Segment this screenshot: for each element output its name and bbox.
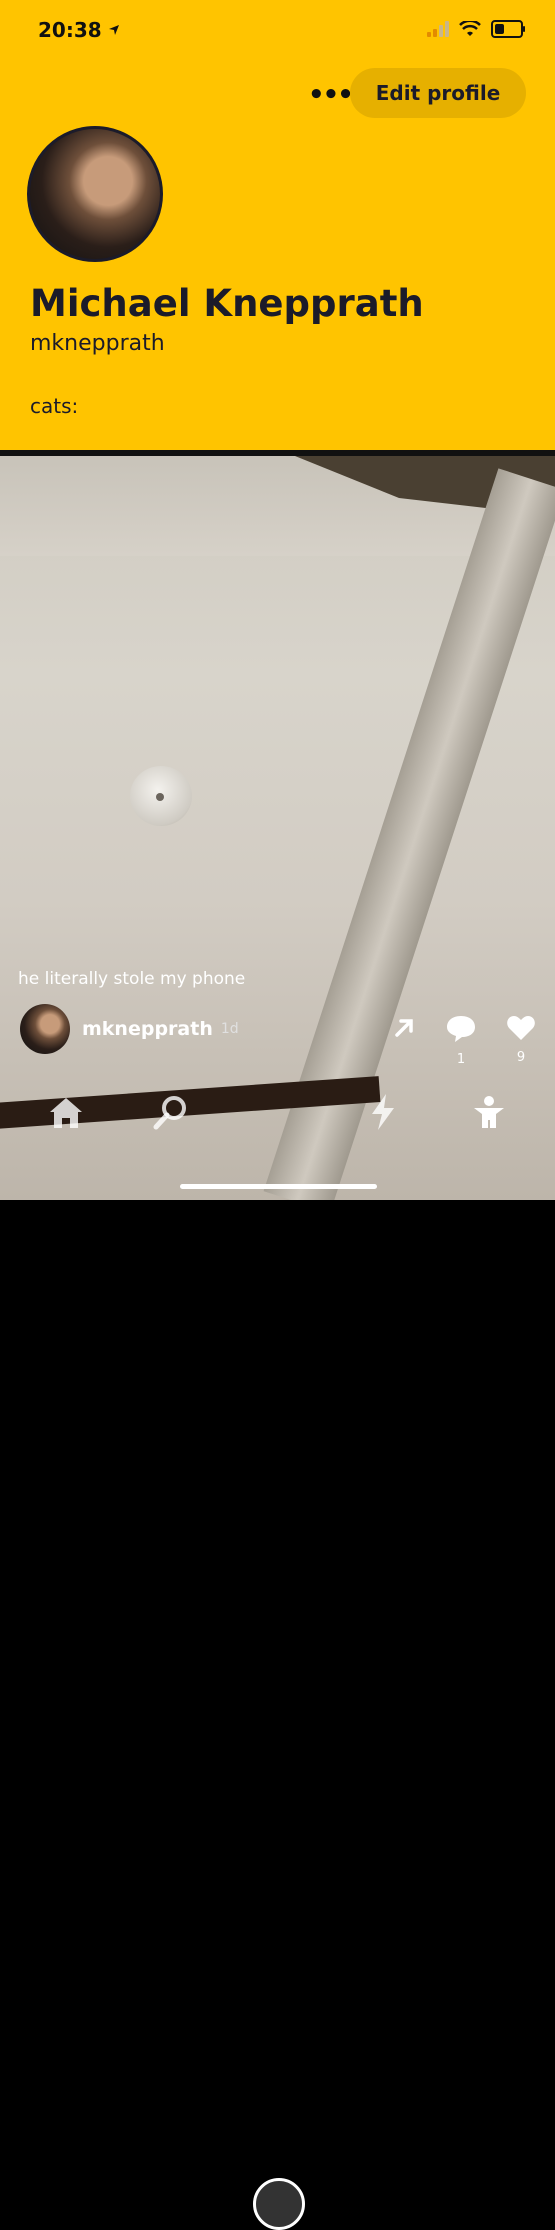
more-options-button[interactable]: ••• bbox=[308, 80, 354, 110]
nav-activity[interactable] bbox=[368, 1092, 398, 1140]
video-post[interactable] bbox=[0, 450, 555, 1200]
lightning-icon bbox=[372, 1094, 394, 1130]
profile-header: 20:38 ••• Edit profile Michael Knepprath… bbox=[0, 0, 555, 450]
profile-bio: cats: bbox=[30, 394, 79, 418]
cellular-signal-icon bbox=[427, 21, 449, 37]
author-avatar[interactable] bbox=[20, 1004, 70, 1054]
nav-profile[interactable] bbox=[470, 1094, 508, 1140]
comment-count: 1 bbox=[456, 1052, 466, 1067]
record-button[interactable] bbox=[253, 2178, 305, 2230]
status-time-text: 20:38 bbox=[38, 18, 102, 42]
post-actions: 1 9 bbox=[388, 1014, 540, 1067]
profile-name: Michael Knepprath bbox=[30, 282, 424, 325]
edit-profile-button[interactable]: Edit profile bbox=[350, 68, 526, 118]
heart-icon bbox=[507, 1016, 535, 1040]
like-count: 9 bbox=[516, 1050, 526, 1065]
nav-search[interactable] bbox=[152, 1094, 190, 1140]
wifi-icon bbox=[459, 21, 481, 36]
post-author-row[interactable]: mknepprath 1d bbox=[20, 1004, 239, 1054]
author-name[interactable]: mknepprath bbox=[82, 1018, 213, 1040]
comment-bubble-icon bbox=[447, 1016, 475, 1042]
share-button[interactable] bbox=[392, 1016, 416, 1044]
like-button[interactable]: 9 bbox=[506, 1014, 536, 1065]
home-indicator bbox=[180, 1184, 377, 1189]
profile-figure-icon bbox=[474, 1096, 504, 1128]
post-caption: he literally stole my phone bbox=[18, 969, 246, 989]
profile-avatar bbox=[27, 126, 163, 262]
post-age: 1d bbox=[220, 1021, 239, 1037]
location-arrow-icon bbox=[108, 25, 119, 35]
status-time: 20:38 bbox=[38, 18, 120, 42]
nav-home[interactable] bbox=[46, 1094, 86, 1138]
home-icon bbox=[50, 1098, 82, 1128]
share-arrow-icon bbox=[395, 1019, 413, 1037]
battery-icon bbox=[491, 20, 525, 38]
search-icon bbox=[153, 1096, 186, 1130]
profile-username: mknepprath bbox=[30, 331, 165, 356]
comment-button[interactable]: 1 bbox=[445, 1014, 477, 1067]
bottom-nav bbox=[0, 1090, 555, 2230]
video-detector-dot bbox=[156, 793, 164, 801]
status-icons bbox=[427, 20, 525, 38]
